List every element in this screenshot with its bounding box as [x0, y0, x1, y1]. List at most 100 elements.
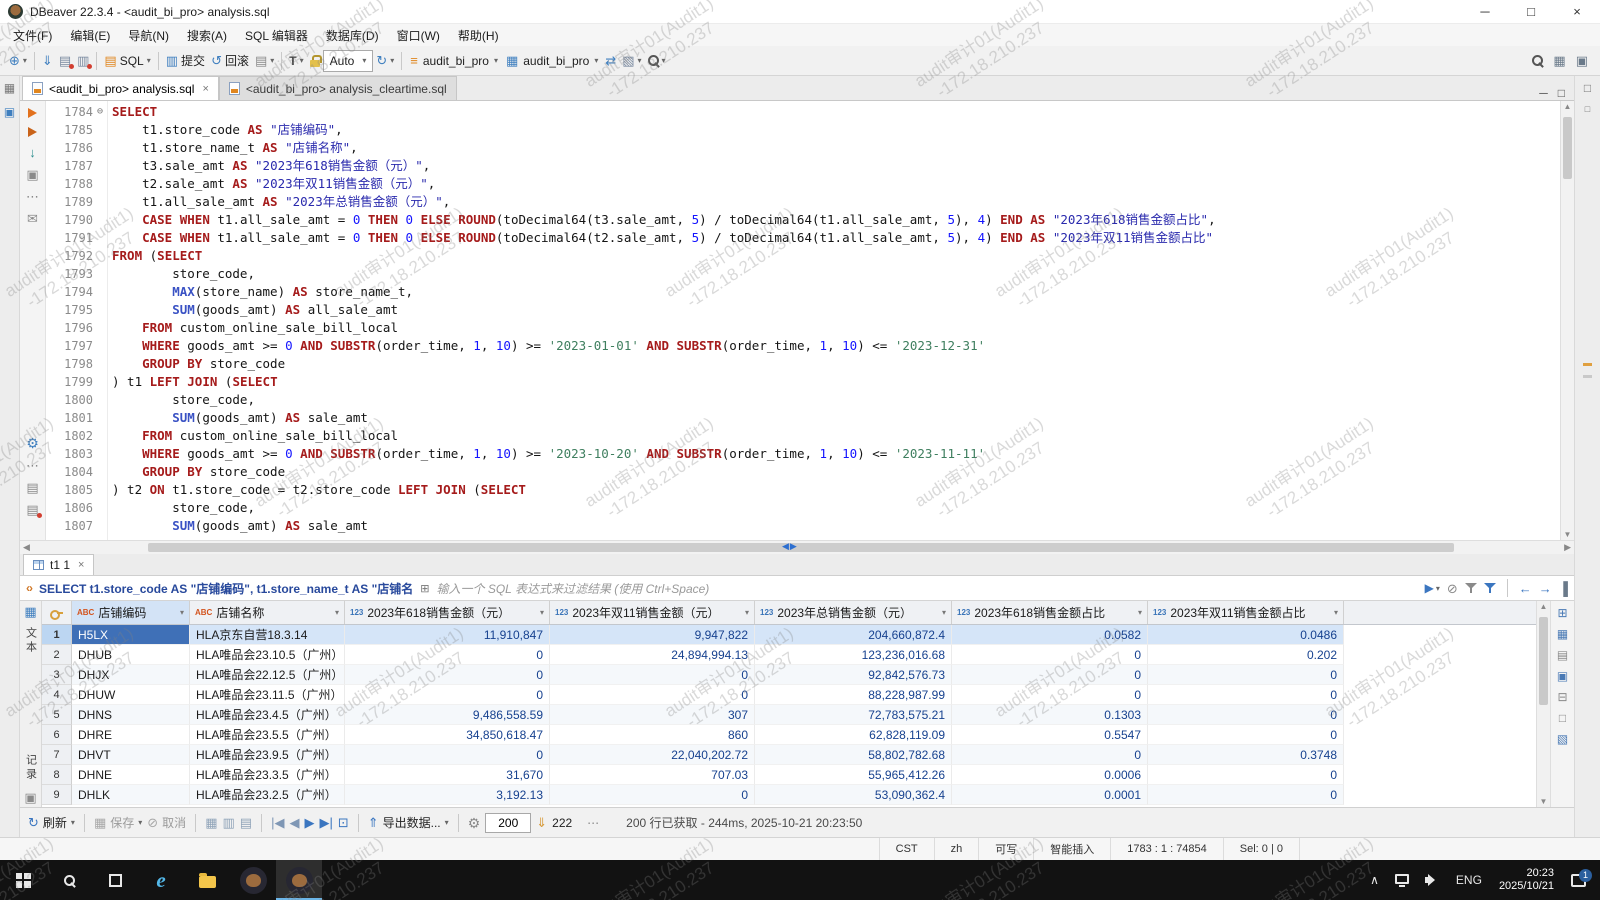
result-grid[interactable]: ABC店铺编码▾ABC店铺名称▾1232023年618销售金额（元）▾12320… [42, 601, 1536, 807]
menu-item-3[interactable]: 搜索(A) [178, 27, 236, 44]
cell[interactable]: 62,828,119.09 [755, 725, 952, 745]
cell[interactable]: DHUW [72, 685, 190, 705]
sql-editor[interactable]: ↓ ▣ ⋯ ✉ ⚙ ⋯ ▤ ▤ 1784⊖1785178617871788178… [20, 101, 1574, 540]
auto-commit-combo[interactable]: Auto▾ [323, 50, 374, 72]
column-header-4[interactable]: 1232023年总销售金额（元）▾ [755, 601, 952, 624]
column-header-3[interactable]: 1232023年双11销售金额（元）▾ [550, 601, 755, 624]
row-number[interactable]: 2 [42, 645, 72, 665]
rollback-button[interactable]: ↺回滚 [208, 49, 252, 73]
cell[interactable]: DHJX [72, 665, 190, 685]
output-log-icon[interactable]: ▤ [26, 481, 38, 494]
row-number[interactable]: 9 [42, 785, 72, 805]
menu-item-0[interactable]: 文件(F) [4, 27, 61, 44]
row-number[interactable]: 7 [42, 745, 72, 765]
overflow-menu-icon[interactable]: ⋯ [587, 816, 599, 830]
sash-restore-icon[interactable]: ◀▶ [782, 541, 798, 552]
column-filter-icon[interactable]: ▾ [180, 608, 184, 617]
history-back-icon[interactable]: ← [1519, 582, 1532, 595]
error-log-icon[interactable]: ▤ [26, 503, 38, 516]
cell[interactable]: DHNE [72, 765, 190, 785]
cell[interactable]: 34,850,618.47 [345, 725, 550, 745]
connection-selector[interactable]: ≡audit_bi_pro▾ [406, 50, 502, 72]
menu-item-7[interactable]: 帮助(H) [449, 27, 508, 44]
cell[interactable]: DHUB [72, 645, 190, 665]
refs-panel-icon[interactable]: ▣ [1557, 669, 1568, 683]
grid-scroll-up-icon[interactable]: ▲ [1537, 602, 1550, 611]
cell[interactable]: 22,040,202.72 [550, 745, 755, 765]
scroll-up-icon[interactable]: ▲ [1561, 102, 1574, 111]
cell[interactable]: DHVT [72, 745, 190, 765]
cell[interactable]: 92,842,576.73 [755, 665, 952, 685]
clipboard-icon[interactable]: ▣ [26, 168, 38, 181]
cell[interactable]: HLA京东自营18.3.14 [190, 625, 345, 645]
minimized-panel-icon[interactable]: □ [1585, 104, 1590, 114]
custom-filter-icon[interactable] [1484, 582, 1496, 594]
save-button[interactable]: ▦保存▾ [94, 814, 142, 831]
cell[interactable]: HLA唯品会23.3.5（广州） [190, 765, 345, 785]
cell[interactable]: 88,228,987.99 [755, 685, 952, 705]
close-button[interactable]: × [1554, 0, 1600, 23]
cell[interactable]: DHNS [72, 705, 190, 725]
row-number[interactable]: 8 [42, 765, 72, 785]
grid-vscrollbar[interactable]: ▲ ▼ [1536, 601, 1550, 807]
column-filter-icon[interactable]: ▾ [745, 608, 749, 617]
fetch-all-icon[interactable]: ⇓ [536, 816, 547, 829]
collapse-panel-icon[interactable]: ⊟ [1557, 690, 1567, 704]
cell[interactable]: 0 [1148, 685, 1344, 705]
commit-button[interactable]: ▥提交 [163, 49, 208, 73]
cell[interactable]: HLA唯品会23.9.5（广州） [190, 745, 345, 765]
column-filter-icon[interactable]: ▾ [1334, 608, 1338, 617]
scroll-thumb[interactable] [1563, 117, 1572, 179]
row-count-value[interactable]: 222 [552, 816, 572, 830]
column-filter-icon[interactable]: ▾ [540, 608, 544, 617]
column-filter-icon[interactable]: ▾ [942, 608, 946, 617]
action-center-button[interactable]: 1 [1563, 860, 1600, 900]
expand-query-icon[interactable]: ⊞ [420, 582, 429, 595]
cell[interactable]: 0 [1148, 785, 1344, 805]
menu-item-2[interactable]: 导航(N) [119, 27, 178, 44]
grid-scroll-thumb[interactable] [1539, 617, 1548, 705]
search-button[interactable]: ▾ [645, 49, 669, 73]
cell[interactable]: 58,802,782.68 [755, 745, 952, 765]
cell[interactable]: HLA唯品会23.2.5（广州） [190, 785, 345, 805]
minimized-view-icon[interactable]: □ [1584, 81, 1591, 95]
delete-row-icon[interactable]: ▤ [240, 816, 252, 829]
scroll-left-icon[interactable]: ◀ [23, 542, 30, 553]
cell[interactable]: 0.1303 [952, 705, 1148, 725]
transaction-log-button[interactable]: ▤▾ [252, 49, 277, 73]
cell[interactable]: 707.03 [550, 765, 755, 785]
cell[interactable]: 123,236,016.68 [755, 645, 952, 665]
column-filter-icon[interactable]: ▾ [335, 608, 339, 617]
cell[interactable]: HLA唯品会23.10.5（广州） [190, 645, 345, 665]
grid-corner-cell[interactable] [42, 601, 72, 624]
cell[interactable]: 0 [952, 645, 1148, 665]
column-header-0[interactable]: ABC店铺编码▾ [72, 601, 190, 624]
scroll-right-icon[interactable]: ▶ [1564, 542, 1571, 553]
new-connection-button[interactable]: ⊕▾ [6, 49, 30, 73]
cell[interactable]: 0.0001 [952, 785, 1148, 805]
cell[interactable]: 0 [952, 665, 1148, 685]
history-forward-icon[interactable]: → [1539, 582, 1552, 595]
quick-access-search-icon[interactable] [1532, 55, 1543, 66]
apply-filter-button[interactable]: ▶▾ [1425, 581, 1440, 595]
cell[interactable]: 3,192.13 [345, 785, 550, 805]
restore-panel-icon[interactable]: ▦ [4, 81, 15, 95]
record-mode-tab[interactable]: 记录 [23, 754, 39, 782]
cell[interactable]: H5LX [72, 625, 190, 645]
app-button-2-active[interactable] [276, 860, 322, 900]
volume-tray-icon[interactable] [1417, 860, 1448, 900]
filter-funnel-icon[interactable] [1465, 582, 1477, 594]
code-area[interactable]: SELECT t1.store_code AS "店铺编码", t1.store… [108, 101, 1560, 540]
focus-row-icon[interactable]: ⊡ [338, 816, 349, 829]
cell[interactable]: 53,090,362.4 [755, 785, 952, 805]
lock-button[interactable] [307, 49, 323, 73]
add-row-icon[interactable]: ▦ [205, 816, 217, 829]
menu-item-1[interactable]: 编辑(E) [61, 27, 119, 44]
cell[interactable]: 0 [345, 665, 550, 685]
cell[interactable]: 860 [550, 725, 755, 745]
cell[interactable]: 0 [550, 665, 755, 685]
duplicate-row-icon[interactable]: ▥ [222, 816, 234, 829]
metadata-panel-icon[interactable]: ▤ [1557, 648, 1568, 662]
network-tray-icon[interactable] [1387, 860, 1417, 900]
panel-toggle-icon[interactable]: ▐ [1559, 582, 1568, 595]
